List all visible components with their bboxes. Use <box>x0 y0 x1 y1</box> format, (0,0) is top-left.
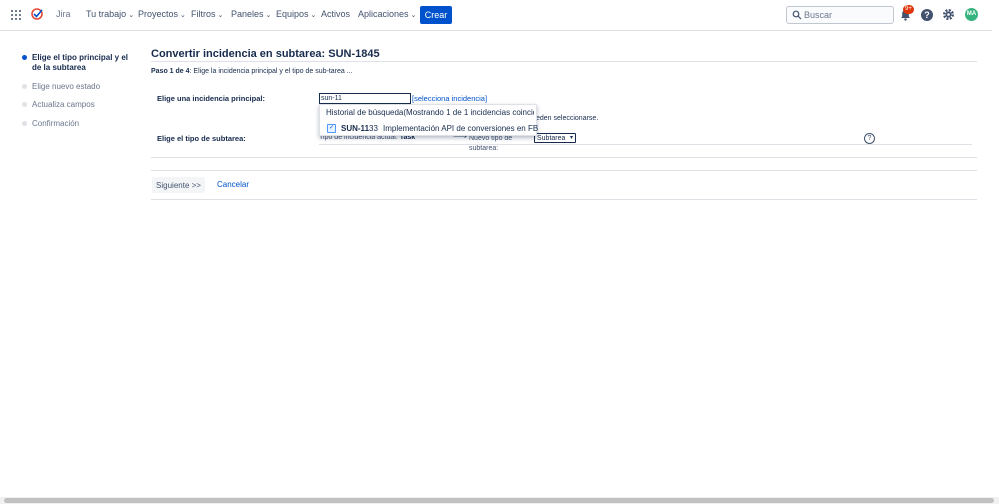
chevron-down-icon: ⌄ <box>265 12 272 19</box>
app-switcher-icon[interactable] <box>11 10 21 20</box>
title-divider <box>151 61 977 62</box>
chevron-down-icon: ⌄ <box>410 12 417 19</box>
app-name[interactable]: Jira <box>56 9 71 19</box>
step-dot <box>22 84 27 89</box>
scrollbar-thumb[interactable] <box>4 498 994 503</box>
search-placeholder: Buscar <box>804 10 833 20</box>
parent-issue-input[interactable] <box>319 93 411 104</box>
help-icon[interactable]: ? <box>921 9 933 21</box>
issue-type-checkbox-icon: ✓ <box>327 124 336 133</box>
next-button[interactable]: Siguiente >> <box>152 177 205 193</box>
search-input[interactable]: Buscar <box>786 6 894 24</box>
nav-equipos[interactable]: Equipos ⌄ <box>276 9 316 19</box>
section-divider <box>151 157 977 158</box>
step-label: Elige el tipo principal y el de la subta… <box>32 53 129 72</box>
chevron-down-icon: ⌄ <box>180 12 186 19</box>
nav-proyectos[interactable]: Proyectos ⌄ <box>138 9 186 19</box>
chevron-down-icon: ⌄ <box>310 12 317 19</box>
step-active-dot <box>22 55 27 60</box>
parent-label: Elige una incidencia principal: <box>157 94 265 103</box>
help-icon[interactable]: ? <box>864 133 875 144</box>
nav-filtros[interactable]: Filtros ⌄ <box>191 9 223 19</box>
horizontal-scrollbar[interactable] <box>0 497 999 504</box>
nav-paneles[interactable]: Paneles ⌄ <box>231 9 271 19</box>
chevron-down-icon: ⌄ <box>128 12 135 19</box>
step-label: Confirmación <box>32 119 80 128</box>
gear-icon[interactable] <box>942 8 955 21</box>
form-divider <box>151 170 977 171</box>
step-description: Paso 1 de 4: Elige la incidencia princip… <box>151 68 353 75</box>
nav-aplicaciones[interactable]: Aplicaciones ⌄ <box>358 9 416 19</box>
page-title: Convertir incidencia en subtarea: SUN-18… <box>151 48 380 60</box>
chevron-down-icon: ▾ <box>569 135 573 141</box>
dropdown-header: Historial de búsqueda(Mostrando 1 de 1 i… <box>326 108 534 117</box>
vertical-scrollbar[interactable] <box>992 0 999 497</box>
avatar[interactable]: MA <box>965 8 978 21</box>
chevron-down-icon: ⌄ <box>217 12 224 19</box>
subtask-type-value: Subtarea <box>537 134 566 142</box>
nav-activos[interactable]: Activos <box>321 9 350 19</box>
parent-hint-text: eden seleccionarse. <box>536 115 599 122</box>
cancel-link[interactable]: Cancelar <box>217 180 249 189</box>
step-dot <box>22 121 27 126</box>
subtask-type-select[interactable]: Subtarea ▾ <box>534 133 576 143</box>
step-label: Elige nuevo estado <box>32 82 101 91</box>
issue-suggestions-dropdown: Historial de búsqueda(Mostrando 1 de 1 i… <box>319 104 539 136</box>
step-label: Actualiza campos <box>32 100 95 109</box>
subtask-type-label: Elige el tipo de subtarea: <box>157 134 246 143</box>
footer-divider <box>151 199 977 200</box>
create-button[interactable]: Crear <box>420 6 452 24</box>
nav-tu-trabajo[interactable]: Tu trabajo ⌄ <box>86 9 134 19</box>
select-issue-link[interactable]: [selecciona incidencia] <box>412 94 487 103</box>
step-dot <box>22 102 27 107</box>
search-icon <box>792 10 802 20</box>
top-navigation: Jira Tu trabajo ⌄ Proyectos ⌄ Filtros ⌄ Pan… <box>0 0 999 31</box>
notifications-badge: 9+ <box>903 5 914 14</box>
field-divider <box>319 144 972 145</box>
suggestion-item[interactable]: ✓ SUN-1133 Implementación API de convers… <box>320 122 539 134</box>
jira-logo-icon[interactable] <box>31 8 43 20</box>
suggestion-key: SUN-1133 <box>341 124 378 133</box>
suggestion-summary: Implementación API de conversiones en FB <box>383 124 539 133</box>
